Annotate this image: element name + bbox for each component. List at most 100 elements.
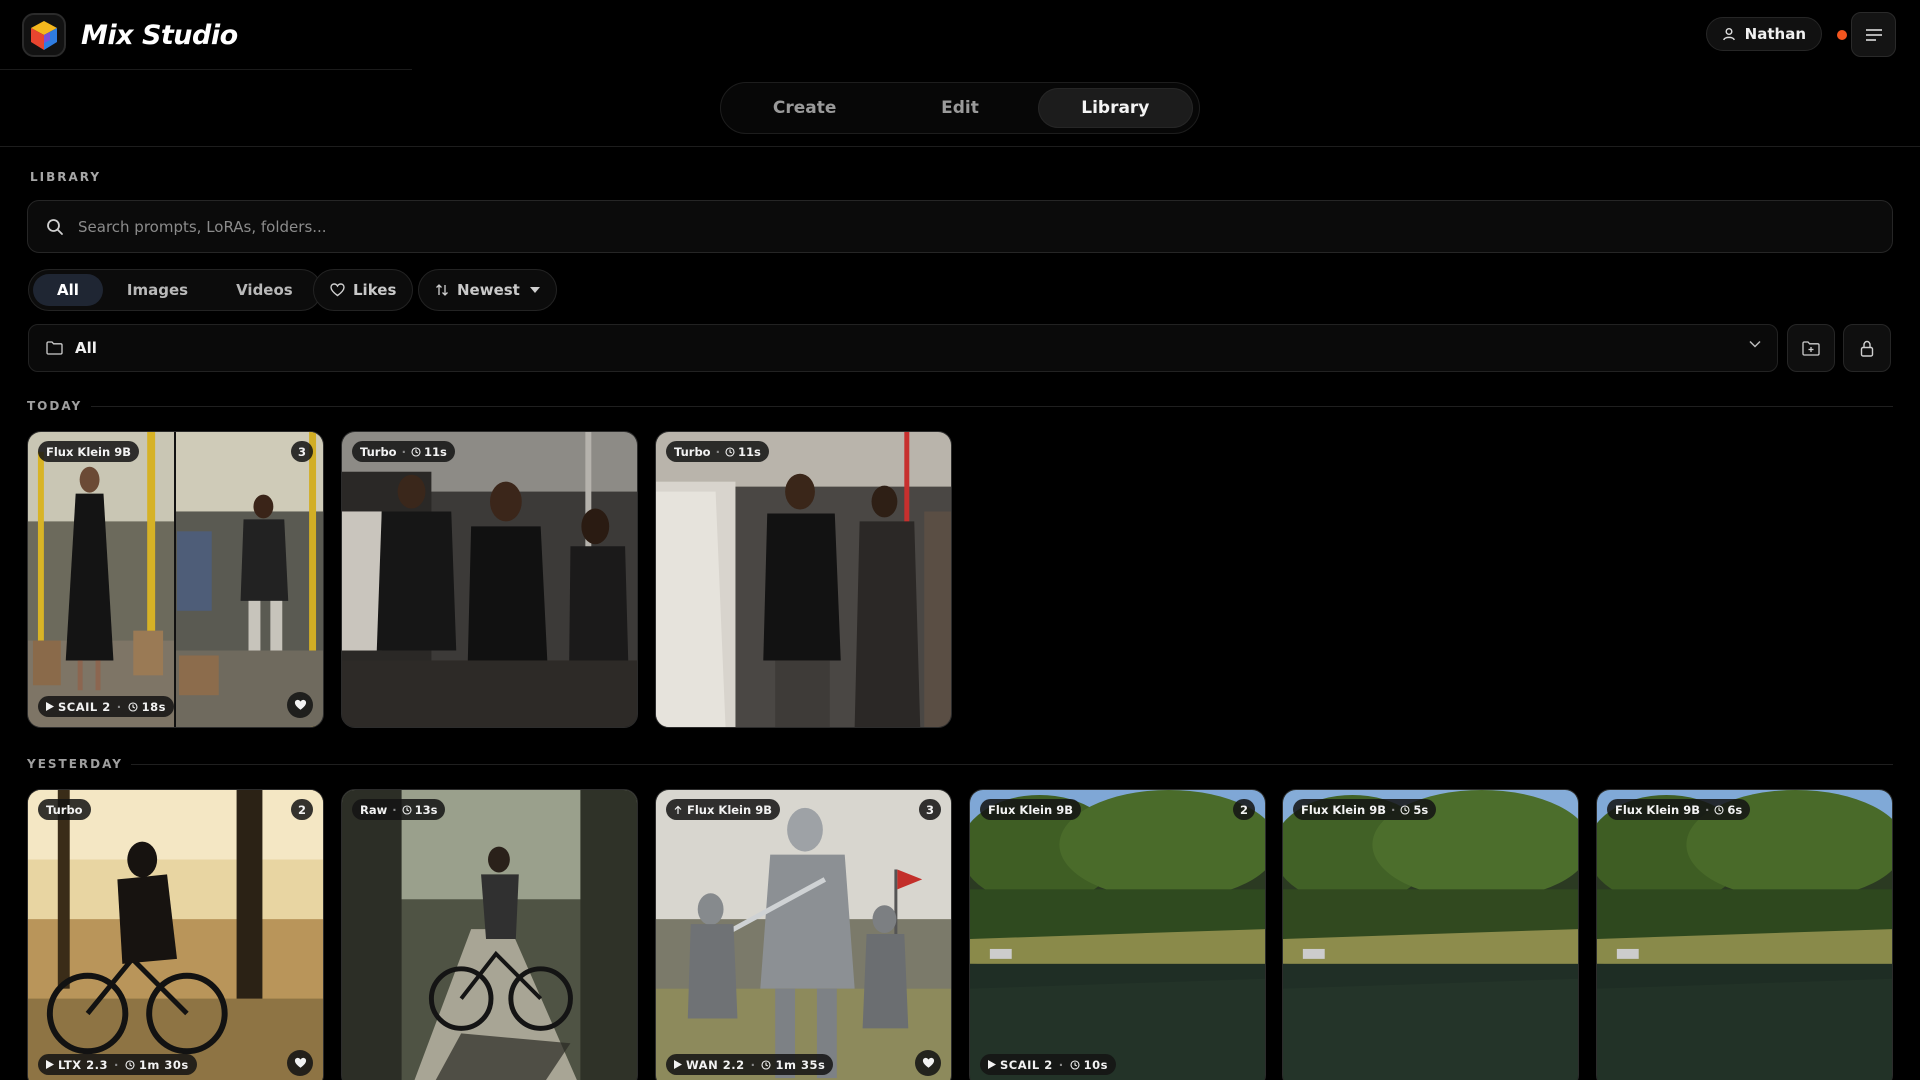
image-thumbnail — [656, 432, 951, 727]
caret-down-icon — [529, 287, 540, 293]
media-card[interactable]: Turbo 2 LTX 2.3 · 1m 30s — [27, 789, 324, 1080]
generation-time: 5s — [1413, 802, 1429, 817]
video-thumbnail — [28, 432, 323, 727]
model-name: Turbo — [46, 802, 83, 817]
search-icon — [47, 218, 63, 235]
image-thumbnail — [1283, 790, 1578, 1080]
top-bar: Mix Studio Nathan — [0, 0, 1920, 70]
clock-icon — [402, 804, 412, 815]
like-button[interactable] — [287, 1050, 313, 1076]
clock-icon — [1714, 804, 1724, 815]
main-tabs: Create Edit Library — [720, 82, 1200, 134]
group-divider — [91, 406, 1893, 407]
folder-plus-icon — [1802, 340, 1820, 356]
video-thumbnail — [656, 790, 951, 1080]
media-card[interactable]: Flux Klein 9B 3 SCAIL 2 · 18s — [27, 431, 324, 728]
menu-button[interactable] — [1851, 12, 1896, 57]
media-card[interactable]: Flux Klein 9B · 6s — [1596, 789, 1893, 1080]
variant-count-badge: 3 — [291, 441, 313, 462]
generation-time: 13s — [414, 802, 438, 817]
filter-all[interactable]: All — [33, 274, 103, 306]
duration: 1m 30s — [138, 1057, 189, 1072]
filter-videos[interactable]: Videos — [212, 274, 317, 306]
video-info-tag: SCAIL 2 · 18s — [38, 696, 174, 717]
upscale-arrow-icon — [674, 805, 682, 814]
video-info-tag: LTX 2.3 · 1m 30s — [38, 1054, 197, 1075]
media-card[interactable]: Turbo · 11s — [341, 431, 638, 728]
video-thumbnail — [970, 790, 1265, 1080]
folder-icon — [46, 341, 63, 355]
duration: 18s — [141, 699, 166, 714]
clock-icon — [411, 446, 421, 457]
menu-icon — [1865, 28, 1882, 41]
video-info-tag: WAN 2.2 · 1m 35s — [666, 1054, 834, 1075]
image-thumbnail — [342, 790, 637, 1080]
play-icon — [674, 1060, 682, 1069]
model-tag: Flux Klein 9B · 5s — [1293, 799, 1437, 820]
heart-icon — [294, 699, 306, 710]
media-card[interactable]: Flux Klein 9B 2 SCAIL 2 · 10s — [969, 789, 1266, 1080]
group-label-yesterday: YESTERDAY — [27, 757, 123, 771]
app-title: Mix Studio — [81, 19, 238, 51]
heart-icon — [294, 1057, 306, 1068]
video-model: LTX 2.3 — [58, 1057, 109, 1072]
lock-icon — [1860, 340, 1874, 357]
model-name: Raw — [360, 802, 388, 817]
status-indicator — [1837, 30, 1847, 40]
model-name: Flux Klein 9B — [687, 802, 772, 817]
play-icon — [46, 702, 54, 711]
video-model: SCAIL 2 — [58, 699, 111, 714]
variant-count-badge: 2 — [1233, 799, 1255, 820]
model-name: Turbo — [674, 444, 711, 459]
media-type-filter: All Images Videos — [28, 269, 322, 311]
image-thumbnail — [342, 432, 637, 727]
likes-filter-button[interactable]: Likes — [313, 269, 414, 311]
clock-icon — [761, 1059, 772, 1070]
model-name: Flux Klein 9B — [1615, 802, 1700, 817]
media-card[interactable]: Flux Klein 9B · 5s — [1282, 789, 1579, 1080]
like-button[interactable] — [915, 1050, 941, 1076]
model-tag: Flux Klein 9B · 6s — [1607, 799, 1751, 820]
model-tag: Flux Klein 9B — [980, 799, 1081, 820]
model-tag: Raw · 13s — [352, 799, 446, 820]
tab-edit[interactable]: Edit — [882, 88, 1037, 128]
tab-create[interactable]: Create — [727, 88, 882, 128]
model-name: Turbo — [360, 444, 397, 459]
tab-library[interactable]: Library — [1037, 88, 1193, 128]
play-icon — [988, 1060, 996, 1069]
new-folder-button[interactable] — [1787, 324, 1835, 372]
folder-selector[interactable]: All — [28, 324, 1778, 372]
header-divider — [0, 146, 1920, 147]
video-model: WAN 2.2 — [686, 1057, 745, 1072]
sort-label: Newest — [457, 281, 520, 299]
app-brand[interactable]: Mix Studio — [22, 13, 238, 57]
sort-dropdown[interactable]: Newest — [418, 269, 557, 311]
model-tag: Turbo · 11s — [352, 441, 455, 462]
search-input[interactable] — [78, 217, 1778, 236]
heart-icon — [922, 1057, 934, 1068]
play-icon — [46, 1060, 54, 1069]
group-label-today: TODAY — [27, 399, 83, 413]
folder-label: All — [75, 339, 97, 357]
variant-count-badge: 3 — [919, 799, 941, 820]
user-account-button[interactable]: Nathan — [1705, 17, 1822, 51]
media-card[interactable]: Flux Klein 9B 3 WAN 2.2 · 1m 35s — [655, 789, 952, 1080]
model-tag: Flux Klein 9B — [666, 799, 780, 820]
duration: 1m 35s — [775, 1057, 826, 1072]
video-info-tag: SCAIL 2 · 10s — [980, 1054, 1116, 1075]
model-name: Flux Klein 9B — [988, 802, 1073, 817]
heart-outline-icon — [330, 283, 345, 297]
app-logo-icon — [22, 13, 66, 57]
chevron-down-icon — [1749, 340, 1761, 348]
model-name: Flux Klein 9B — [46, 444, 131, 459]
like-button[interactable] — [287, 692, 313, 718]
media-card[interactable]: Raw · 13s — [341, 789, 638, 1080]
generation-time: 11s — [737, 444, 761, 459]
clock-icon — [125, 1059, 135, 1070]
filter-images[interactable]: Images — [103, 274, 212, 306]
section-title: LIBRARY — [30, 170, 102, 184]
brand-divider — [0, 69, 412, 70]
media-card[interactable]: Turbo · 11s — [655, 431, 952, 728]
private-folder-button[interactable] — [1843, 324, 1891, 372]
model-tag: Flux Klein 9B — [38, 441, 139, 462]
